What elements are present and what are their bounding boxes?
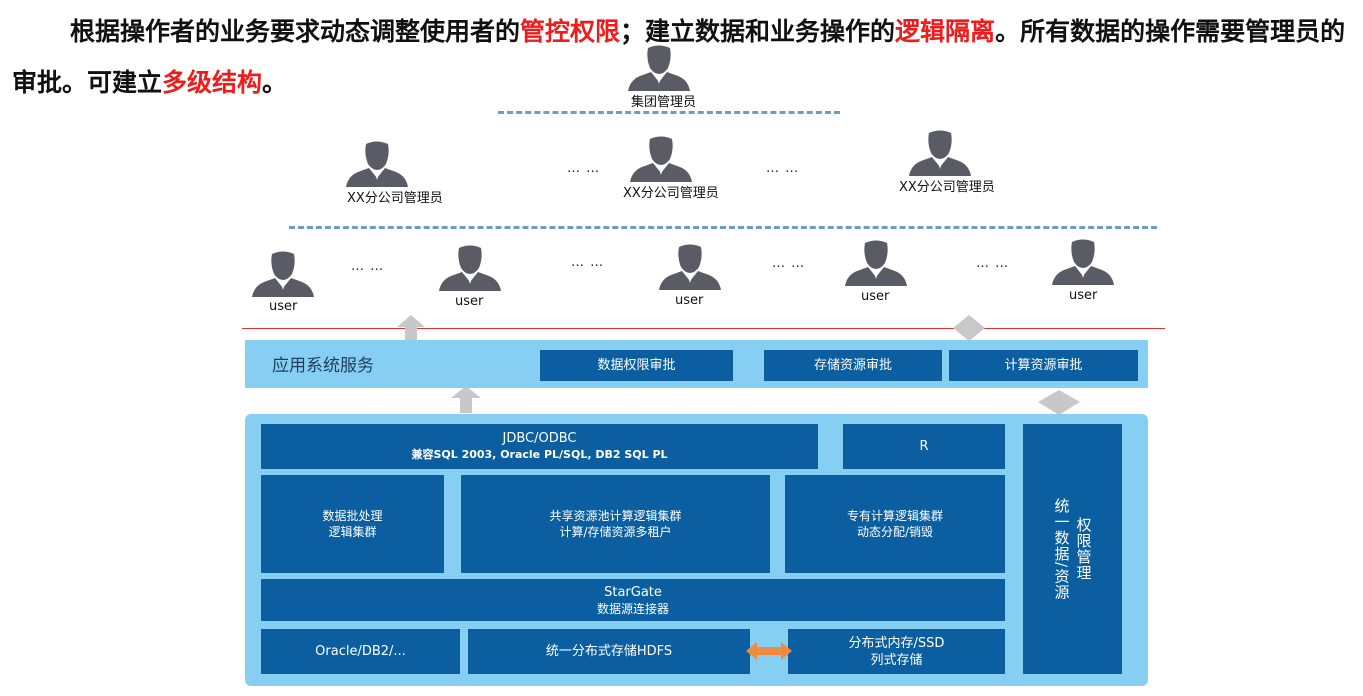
- user-ellipsis: … …: [351, 259, 385, 274]
- jdbc-odbc-compat: 兼容SQL 2003, Oracle PL/SQL, DB2 SQL PL: [411, 448, 668, 461]
- user-ellipsis: … …: [772, 256, 806, 271]
- group-admin-label: 集团管理员: [631, 95, 697, 110]
- r-label: R: [919, 439, 929, 454]
- memory-ssd-line2: 列式存储: [870, 652, 923, 668]
- shared-pool-line2: 计算/存储资源多租户: [559, 525, 672, 539]
- jdbc-odbc-box: JDBC/ODBC 兼容SQL 2003, Oracle PL/SQL, DB2…: [261, 424, 818, 469]
- batch-cluster-line2: 逻辑集群: [328, 525, 377, 539]
- user-ellipsis: … …: [571, 255, 605, 270]
- branch-ellipsis: … …: [766, 161, 800, 176]
- user-label: user: [861, 289, 890, 304]
- stargate-title: StarGate: [604, 584, 662, 600]
- batch-cluster-line1: 数据批处理: [322, 509, 383, 523]
- shared-pool-cluster-box: 共享资源池计算逻辑集群 计算/存储资源多租户: [461, 475, 770, 573]
- compute-resource-approval: 计算资源审批: [949, 350, 1138, 381]
- headline-text-1: 根据操作者的业务要求动态调整使用者的: [70, 17, 521, 46]
- up-arrow-icon: [397, 315, 425, 341]
- dedicated-cluster-box: 专有计算逻辑集群 动态分配/销毁: [785, 475, 1005, 573]
- hdfs-label: 统一分布式存储HDFS: [545, 644, 673, 659]
- branch-admin-person-icon: [907, 129, 973, 177]
- headline-highlight-multilevel: 多级结构: [162, 68, 263, 97]
- branch-level-divider: [289, 226, 1157, 229]
- group-level-divider: [498, 111, 840, 114]
- application-services-title: 应用系统服务: [272, 356, 374, 376]
- dedicated-cluster-line1: 专有计算逻辑集群: [846, 509, 943, 523]
- compute-resource-approval-label: 计算资源审批: [1004, 358, 1083, 373]
- data-permission-approval-label: 数据权限审批: [597, 358, 676, 373]
- up-arrow-icon: [451, 386, 481, 413]
- double-arrow-icon: [746, 642, 792, 660]
- user-person-icon: [250, 250, 316, 298]
- jdbc-odbc-title: JDBC/ODBC: [502, 431, 577, 446]
- oracle-db2-box: Oracle/DB2/...: [261, 629, 460, 674]
- dedicated-cluster-line2: 动态分配/销毁: [856, 525, 934, 539]
- headline-text-4: 。: [262, 68, 288, 97]
- branch-admin-person-icon: [628, 135, 694, 183]
- user-label: user: [455, 294, 484, 309]
- unified-permission-box: 统一数据/资源 权限管理: [1023, 424, 1122, 674]
- headline-highlight-control: 管控权限: [520, 17, 621, 46]
- bidirectional-arrow-icon: [953, 315, 985, 341]
- storage-resource-approval: 存储资源审批: [764, 350, 942, 381]
- batch-cluster-box: 数据批处理 逻辑集群: [261, 475, 444, 573]
- branch-ellipsis: … …: [567, 161, 601, 176]
- hdfs-box: 统一分布式存储HDFS: [468, 629, 750, 674]
- branch-admin-label: XX分公司管理员: [347, 191, 443, 206]
- unified-permission-col1: 统一数据/资源: [1052, 497, 1071, 601]
- user-ellipsis: … …: [976, 256, 1010, 271]
- user-label: user: [675, 293, 704, 308]
- memory-ssd-box: 分布式内存/SSD 列式存储: [788, 629, 1005, 674]
- headline-text-2: ；建立数据和业务操作的: [620, 17, 896, 46]
- storage-resource-approval-label: 存储资源审批: [813, 358, 892, 373]
- headline-highlight-isolation: 逻辑隔离: [895, 17, 996, 46]
- stargate-subtitle: 数据源连接器: [596, 601, 669, 616]
- shared-pool-line1: 共享资源池计算逻辑集群: [549, 509, 682, 523]
- branch-admin-label: XX分公司管理员: [899, 180, 995, 195]
- user-layer-separator: [242, 328, 1165, 329]
- data-permission-approval: 数据权限审批: [540, 350, 733, 381]
- group-admin-person-icon: [626, 44, 692, 92]
- user-label: user: [1069, 288, 1098, 303]
- user-label: user: [269, 299, 298, 314]
- bidirectional-arrow-icon: [1038, 390, 1080, 415]
- user-person-icon: [1050, 238, 1116, 286]
- user-person-icon: [843, 239, 909, 287]
- oracle-db2-label: Oracle/DB2/...: [315, 644, 406, 659]
- user-person-icon: [657, 243, 723, 291]
- r-box: R: [843, 424, 1005, 469]
- branch-admin-person-icon: [344, 140, 410, 188]
- unified-permission-col2: 权限管理: [1074, 517, 1093, 581]
- branch-admin-label: XX分公司管理员: [623, 186, 719, 201]
- stargate-box: StarGate 数据源连接器: [261, 579, 1005, 621]
- memory-ssd-line1: 分布式内存/SSD: [848, 635, 945, 651]
- user-person-icon: [437, 244, 503, 292]
